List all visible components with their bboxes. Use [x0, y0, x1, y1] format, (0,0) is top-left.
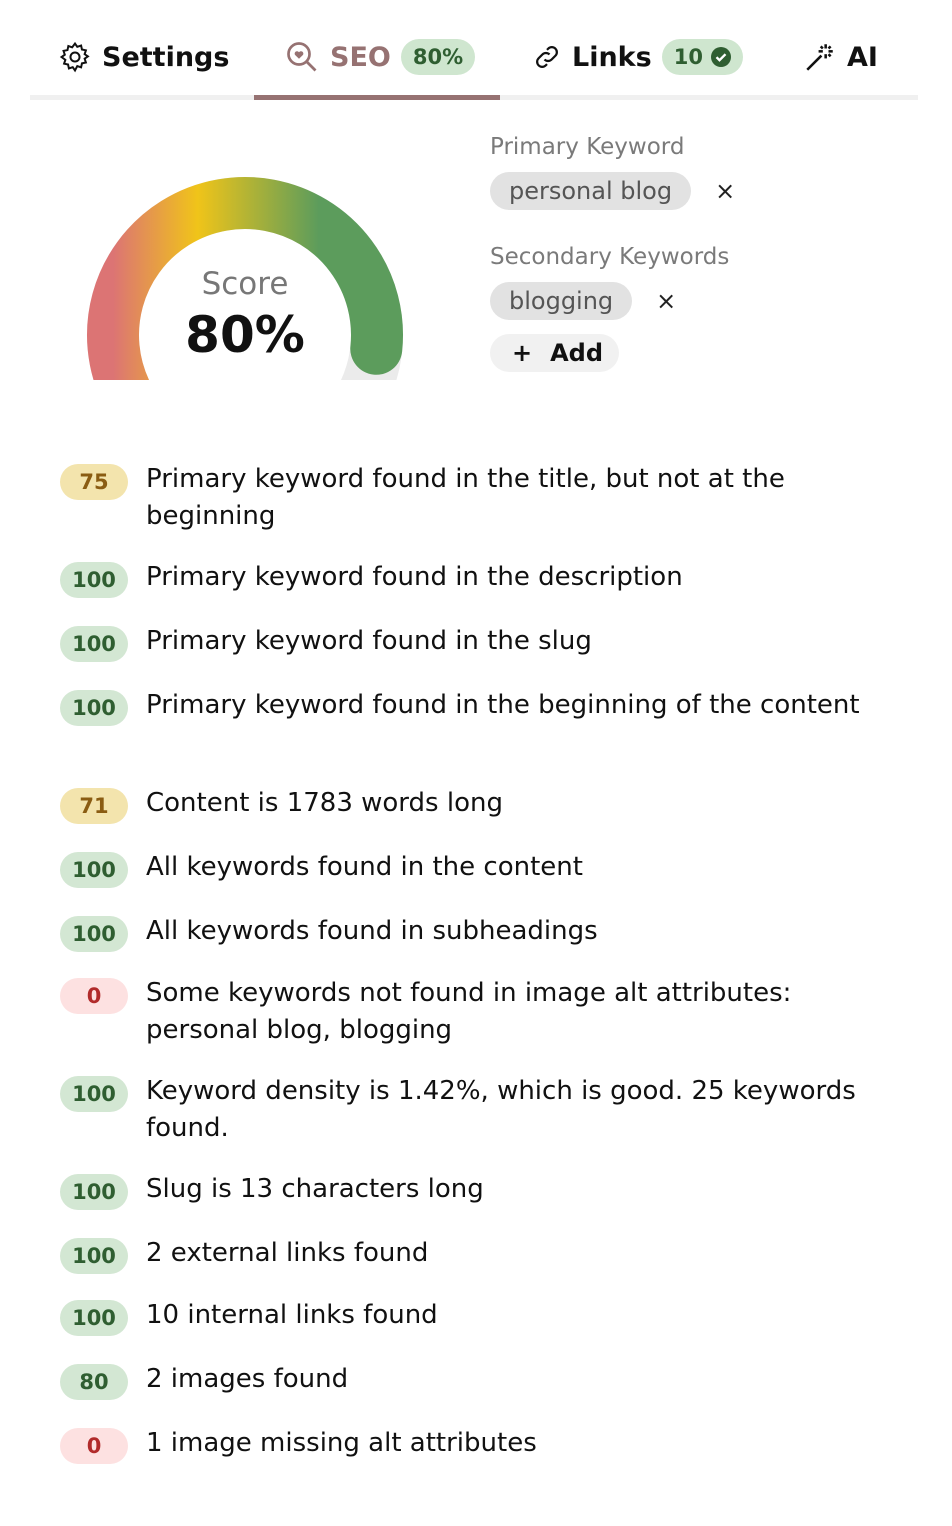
seo-check-item: 0 Some keywords not found in image alt at…	[60, 978, 906, 1049]
remove-primary-keyword-icon[interactable]: ×	[715, 177, 735, 205]
check-score-badge: 0	[60, 978, 128, 1014]
seo-check-item: 100 Primary keyword found in the slug	[60, 626, 906, 662]
seo-check-item: 100 Primary keyword found in the descript…	[60, 562, 906, 598]
seo-check-item: 100 10 internal links found	[60, 1300, 906, 1336]
check-message: 1 image missing alt attributes	[146, 1428, 537, 1458]
check-score-badge: 100	[60, 1174, 128, 1210]
check-message: All keywords found in the content	[146, 852, 583, 882]
check-circle-icon	[710, 47, 731, 67]
tab-ai[interactable]: AI	[803, 36, 878, 78]
check-score-badge: 100	[60, 852, 128, 888]
check-message: 2 external links found	[146, 1238, 429, 1268]
check-message: 2 images found	[146, 1364, 349, 1394]
tab-settings-label: Settings	[102, 41, 230, 73]
tab-ai-label: AI	[847, 41, 878, 73]
check-message: 10 internal links found	[146, 1300, 438, 1330]
check-score-badge: 100	[60, 626, 128, 662]
tab-seo-label: SEO	[330, 41, 391, 73]
primary-keyword-label: Primary Keyword	[490, 134, 685, 160]
seo-check-item: 100 All keywords found in subheadings	[60, 916, 906, 952]
check-message: Primary keyword found in the description	[146, 562, 683, 592]
secondary-keyword-chip: blogging	[490, 282, 633, 320]
add-keyword-label: Add	[550, 339, 604, 367]
check-score-badge: 100	[60, 562, 128, 598]
check-score-badge: 100	[60, 916, 128, 952]
active-tab-indicator	[254, 95, 500, 100]
check-message: Primary keyword found in the title, but …	[146, 464, 785, 531]
check-message: Content is 1783 words long	[146, 788, 503, 818]
seo-check-item: 100 Primary keyword found in the beginnin…	[60, 690, 906, 726]
links-count-badge: 10	[661, 39, 743, 75]
check-score-badge: 0	[60, 1428, 128, 1464]
secondary-keywords-label: Secondary Keywords	[490, 244, 730, 270]
seo-check-item: 71 Content is 1783 words long	[60, 788, 906, 824]
tab-seo[interactable]: SEO 80%	[284, 36, 476, 78]
keywords-panel: Primary Keyword personal blog × Secondar…	[490, 132, 890, 372]
seo-check-item: 0 1 image missing alt attributes	[60, 1428, 906, 1464]
check-score-badge: 75	[60, 464, 128, 500]
seo-check-item: 100 2 external links found	[60, 1238, 906, 1274]
check-message: Slug is 13 characters long	[146, 1174, 484, 1204]
remove-secondary-keyword-icon[interactable]: ×	[656, 287, 676, 315]
seo-check-item: 80 2 images found	[60, 1364, 906, 1400]
check-message: Primary keyword found in the slug	[146, 626, 592, 656]
seo-check-item: 75 Primary keyword found in the title, bu…	[60, 464, 906, 535]
heart-search-icon	[284, 39, 320, 75]
seo-score-badge: 80%	[400, 39, 476, 75]
gauge-label: Score	[201, 266, 289, 302]
check-score-badge: 71	[60, 788, 128, 824]
seo-check-item: 100 Slug is 13 characters long	[60, 1174, 906, 1210]
primary-keyword-chip: personal blog	[490, 172, 692, 210]
gauge-value: 80%	[185, 306, 305, 364]
tab-links[interactable]: Links 10	[532, 36, 743, 78]
tab-settings[interactable]: Settings	[58, 36, 229, 78]
check-score-badge: 100	[60, 1076, 128, 1112]
links-count: 10	[673, 45, 703, 69]
seo-check-item: 100 All keywords found in the content	[60, 852, 906, 888]
primary-keyword-row: personal blog ×	[490, 172, 890, 210]
check-message: Keyword density is 1.42%, which is good.…	[146, 1076, 856, 1143]
score-gauge: Score 80%	[70, 160, 420, 486]
link-icon	[532, 42, 562, 72]
check-score-badge: 100	[60, 1300, 128, 1336]
plus-icon: +	[512, 339, 533, 367]
check-score-badge: 80	[60, 1364, 128, 1400]
secondary-keyword-row: blogging ×	[490, 282, 890, 320]
check-score-badge: 100	[60, 1238, 128, 1274]
check-message: All keywords found in subheadings	[146, 916, 598, 946]
gear-icon	[58, 40, 92, 74]
tab-links-label: Links	[572, 41, 652, 73]
check-message: Primary keyword found in the beginning o…	[146, 690, 860, 720]
magic-wand-icon	[803, 40, 837, 74]
check-score-badge: 100	[60, 690, 128, 726]
seo-check-item: 100 Keyword density is 1.42%, which is go…	[60, 1076, 906, 1147]
check-message: Some keywords not found in image alt att…	[146, 978, 792, 1045]
tab-bar: Settings SEO 80% Links 10 AI	[30, 20, 918, 100]
add-keyword-button[interactable]: + Add	[490, 334, 620, 372]
